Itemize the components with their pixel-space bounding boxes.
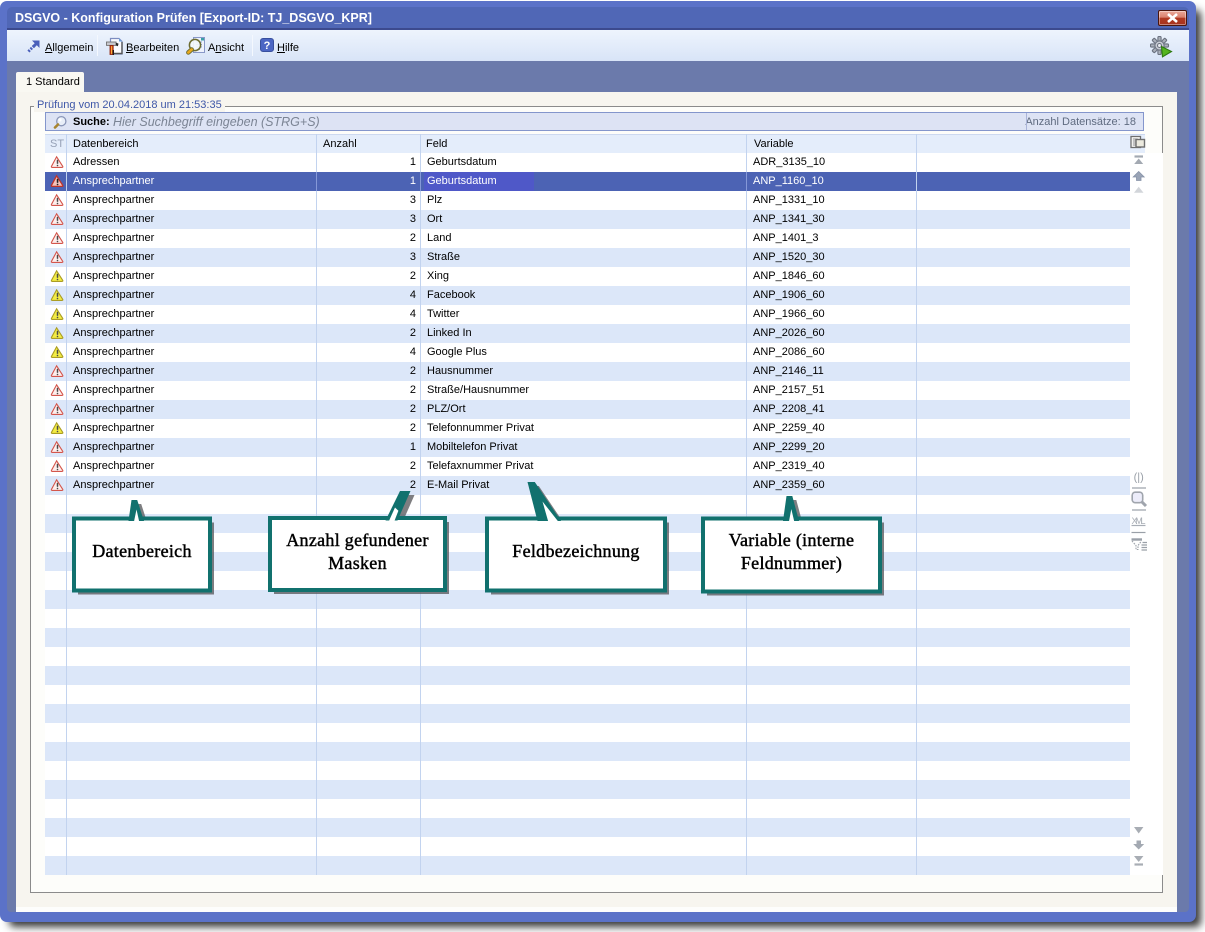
svg-text:XML: XML [1132,516,1146,526]
svg-text:(|): (|) [1134,472,1144,484]
svg-text:?: ? [264,40,271,52]
